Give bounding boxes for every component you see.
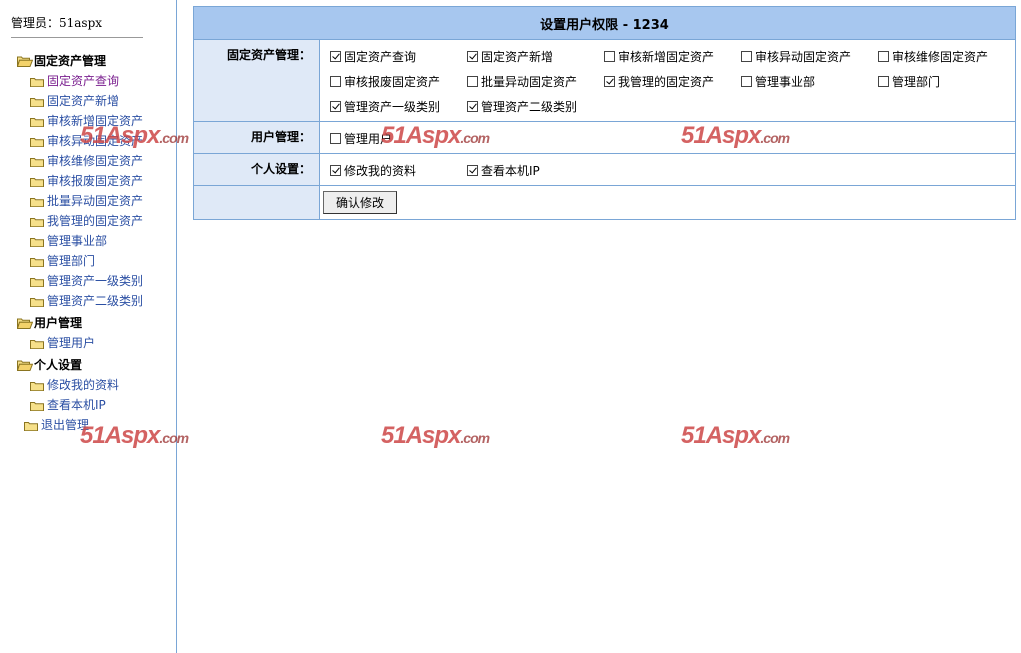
sidebar-item[interactable]: 管理资产一级类别	[30, 272, 143, 289]
folder-icon	[30, 76, 44, 87]
checkbox-box[interactable]	[330, 101, 341, 112]
sidebar-item[interactable]: 审核报废固定资产	[30, 172, 143, 189]
watermark-logo: 51Aspx.com	[681, 422, 790, 449]
permission-checkbox[interactable]: 固定资产查询	[330, 44, 467, 69]
checkbox-label: 审核维修固定资产	[892, 50, 989, 64]
permission-checkbox[interactable]: 固定资产新增	[467, 44, 604, 69]
folder-open-icon	[16, 318, 34, 329]
permission-checkbox[interactable]: 我管理的固定资产	[604, 69, 741, 94]
checkbox-label: 管理部门	[892, 75, 941, 89]
section-label-users: 用户管理：	[193, 121, 320, 154]
permission-table: 设置用户权限 - 1234 固定资产管理： 固定资产查询 固定资产新增 审核新增固定…	[193, 6, 1016, 220]
checkbox-box[interactable]	[330, 76, 341, 87]
section-label-assets: 固定资产管理：	[193, 39, 320, 122]
sidebar-item[interactable]: 管理部门	[30, 252, 95, 269]
folder-icon	[30, 136, 44, 147]
folder-icon	[30, 400, 44, 411]
folder-open-icon	[16, 56, 34, 67]
permission-checkbox[interactable]: 审核新增固定资产	[604, 44, 741, 69]
admin-label: 管理员：51aspx	[11, 16, 103, 30]
sidebar-item[interactable]: 固定资产查询	[30, 72, 119, 89]
sidebar-item[interactable]: 批量异动固定资产	[30, 192, 143, 209]
checkbox-label: 固定资产新增	[481, 50, 554, 64]
watermark-logo: 51Aspx.com	[80, 122, 189, 149]
checkbox-box[interactable]	[467, 165, 478, 176]
folder-icon	[30, 236, 44, 247]
folder-icon	[30, 338, 44, 349]
checkbox-box[interactable]	[330, 165, 341, 176]
sidebar-item[interactable]: 管理用户	[30, 334, 95, 351]
checkbox-label: 管理资产一级类别	[344, 100, 441, 114]
folder-icon	[30, 116, 44, 127]
checkbox-label: 批量异动固定资产	[481, 75, 578, 89]
permission-checkbox[interactable]: 修改我的资料	[330, 158, 467, 183]
checkbox-label: 修改我的资料	[344, 164, 417, 178]
permission-checkbox[interactable]: 批量异动固定资产	[467, 69, 604, 94]
folder-icon	[30, 96, 44, 107]
checkbox-box[interactable]	[741, 76, 752, 87]
sidebar: 管理员：51aspx 固定资产管理 固定资产查询 固定资产新增 审核新增固定资产 审核异…	[0, 0, 177, 653]
checkbox-label: 固定资产查询	[344, 50, 417, 64]
permission-checkbox[interactable]: 管理资产二级类别	[467, 94, 604, 119]
permission-checkbox[interactable]: 查看本机IP	[467, 158, 604, 183]
checkbox-box[interactable]	[741, 51, 752, 62]
checkbox-box[interactable]	[330, 133, 341, 144]
asset-permissions: 固定资产查询 固定资产新增 审核新增固定资产 审核异动固定资产 审核维修固定资产审核报废…	[330, 44, 1015, 119]
sidebar-item[interactable]: 固定资产新增	[30, 92, 119, 109]
checkbox-box[interactable]	[604, 76, 615, 87]
personal-permissions: 修改我的资料 查看本机IP	[330, 158, 1015, 183]
empty-label-cell	[193, 185, 320, 220]
watermark-logo: 51Aspx.com	[381, 422, 490, 449]
sidebar-group-0[interactable]: 固定资产管理	[16, 52, 106, 69]
checkbox-label: 审核新增固定资产	[618, 50, 715, 64]
permission-checkbox[interactable]: 管理资产一级类别	[330, 94, 467, 119]
sidebar-item[interactable]: 管理资产二级类别	[30, 292, 143, 309]
folder-icon	[30, 380, 44, 391]
confirm-button[interactable]: 确认修改	[323, 191, 398, 214]
permission-checkbox[interactable]: 管理部门	[878, 69, 1015, 94]
folder-icon	[30, 256, 44, 267]
sidebar-item[interactable]: 修改我的资料	[30, 376, 119, 393]
checkbox-box[interactable]	[604, 51, 615, 62]
sidebar-item[interactable]: 我管理的固定资产	[30, 212, 143, 229]
checkbox-box[interactable]	[330, 51, 341, 62]
sidebar-item[interactable]: 管理事业部	[30, 232, 107, 249]
checkbox-box[interactable]	[878, 51, 889, 62]
permission-checkbox[interactable]: 管理事业部	[741, 69, 878, 94]
watermark-logo: 51Aspx.com	[681, 122, 790, 149]
divider	[11, 37, 143, 38]
folder-icon	[30, 216, 44, 227]
checkbox-label: 管理资产二级类别	[481, 100, 578, 114]
checkbox-box[interactable]	[467, 101, 478, 112]
folder-icon	[30, 296, 44, 307]
sidebar-item[interactable]: 审核维修固定资产	[30, 152, 143, 169]
sidebar-group-1[interactable]: 用户管理	[16, 314, 82, 331]
watermark-logo: 51Aspx.com	[80, 422, 189, 449]
watermark-logo: 51Aspx.com	[381, 122, 490, 149]
checkbox-box[interactable]	[467, 76, 478, 87]
folder-icon	[30, 156, 44, 167]
page-title: 设置用户权限 - 1234	[193, 6, 1016, 40]
sidebar-group-2[interactable]: 个人设置	[16, 356, 82, 373]
checkbox-label: 审核异动固定资产	[755, 50, 852, 64]
checkbox-box[interactable]	[467, 51, 478, 62]
permission-checkbox[interactable]: 审核维修固定资产	[878, 44, 1015, 69]
checkbox-label: 审核报废固定资产	[344, 75, 441, 89]
permission-checkbox[interactable]: 审核异动固定资产	[741, 44, 878, 69]
main-panel: 设置用户权限 - 1234 固定资产管理： 固定资产查询 固定资产新增 审核新增固定…	[193, 6, 1016, 220]
checkbox-label: 查看本机IP	[481, 164, 540, 178]
sidebar-item[interactable]: 查看本机IP	[30, 396, 106, 413]
folder-icon	[24, 420, 38, 431]
section-label-personal: 个人设置：	[193, 153, 320, 186]
folder-icon	[30, 176, 44, 187]
folder-icon	[30, 276, 44, 287]
checkbox-label: 管理事业部	[755, 75, 816, 89]
folder-open-icon	[16, 360, 34, 371]
folder-icon	[30, 196, 44, 207]
checkbox-label: 我管理的固定资产	[618, 75, 715, 89]
permission-checkbox[interactable]: 审核报废固定资产	[330, 69, 467, 94]
checkbox-box[interactable]	[878, 76, 889, 87]
